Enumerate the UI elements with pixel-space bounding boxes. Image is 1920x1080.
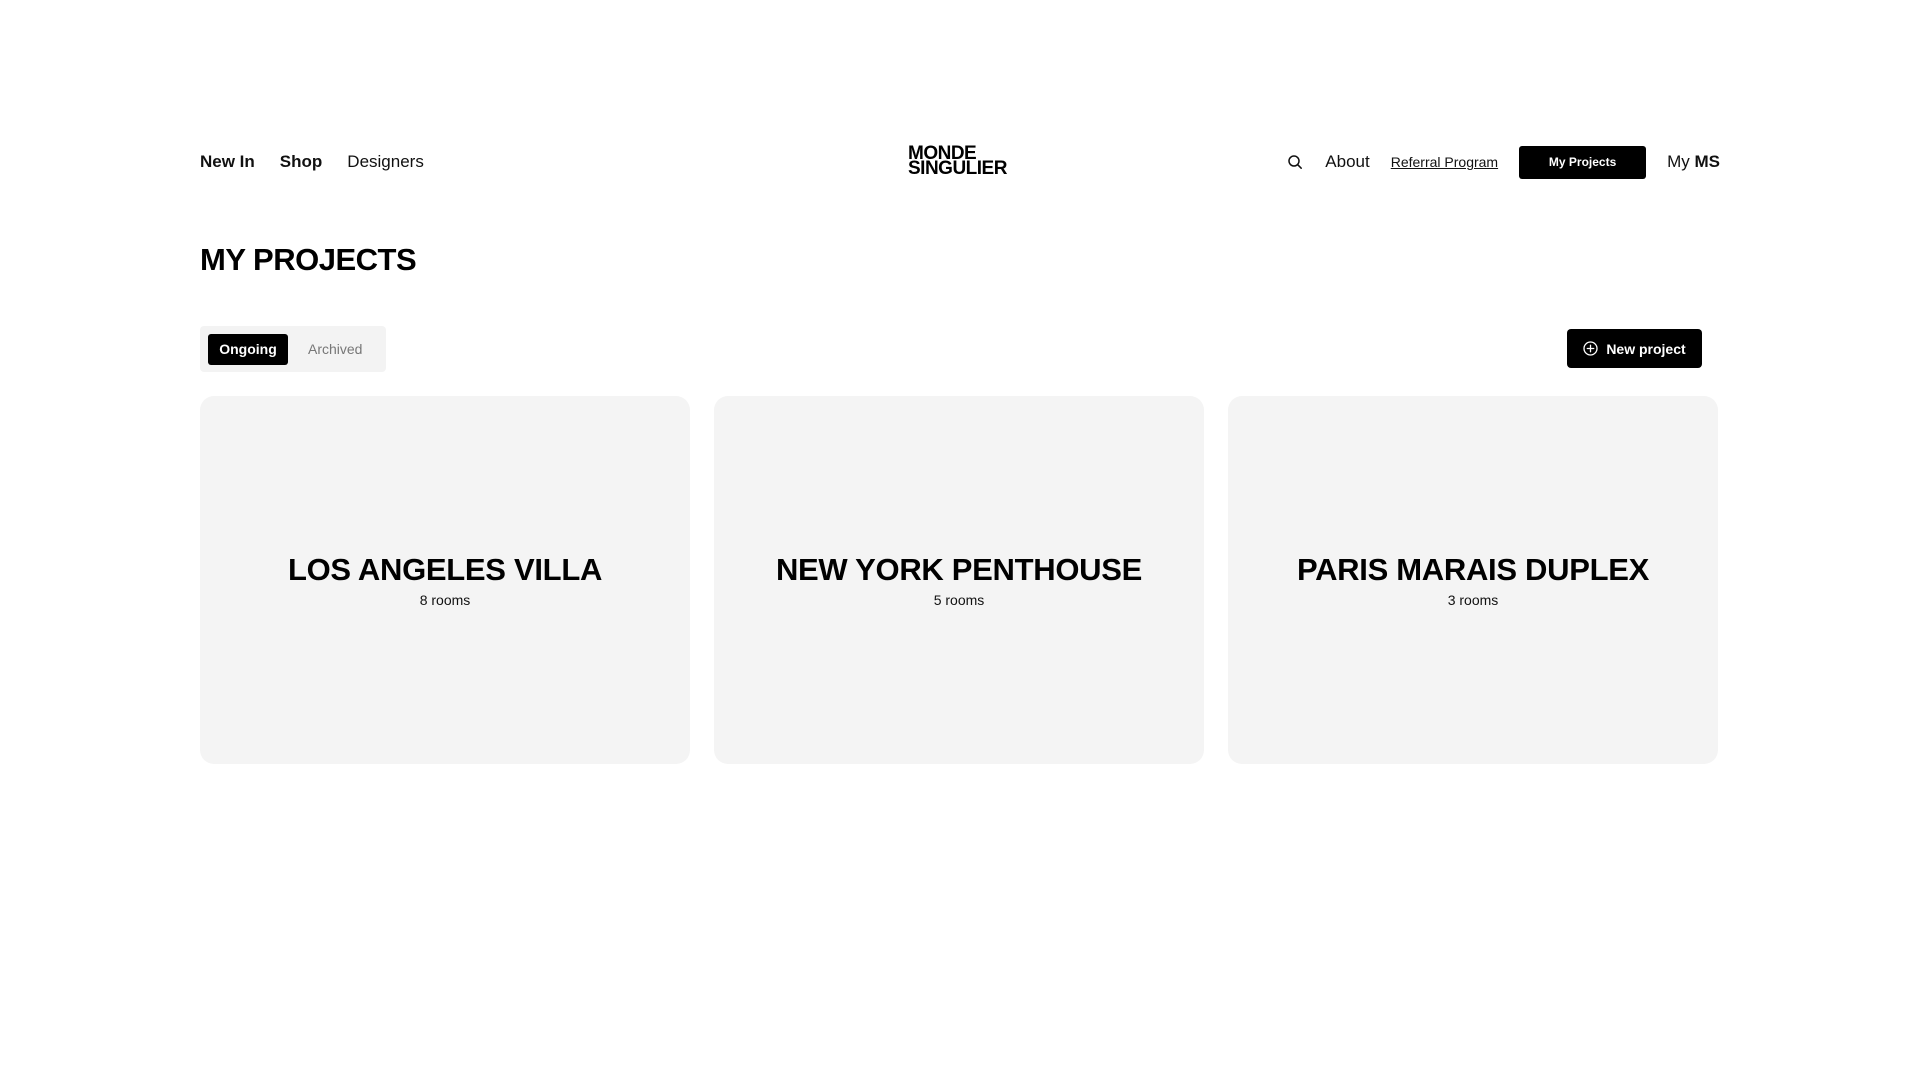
plus-circle-icon <box>1583 341 1598 356</box>
brand-logo[interactable]: MONDE SINGULIER <box>908 144 1018 179</box>
account-prefix: My <box>1667 152 1690 171</box>
page-title: MY PROJECTS <box>200 242 417 277</box>
project-card[interactable]: PARIS MARAIS DUPLEX 3 rooms <box>1228 396 1718 764</box>
search-icon[interactable] <box>1285 152 1305 172</box>
project-cards: LOS ANGELES VILLA 8 rooms NEW YORK PENTH… <box>200 396 1720 764</box>
page: New In Shop Designers MONDE SINGULIER Ab… <box>0 0 1920 1080</box>
account-menu[interactable]: My MS <box>1667 152 1720 172</box>
project-card[interactable]: NEW YORK PENTHOUSE 5 rooms <box>714 396 1204 764</box>
about-link[interactable]: About <box>1325 152 1369 172</box>
utility-nav: About Referral Program My Projects My MS <box>1285 140 1720 184</box>
project-card[interactable]: LOS ANGELES VILLA 8 rooms <box>200 396 690 764</box>
project-title: NEW YORK PENTHOUSE <box>775 552 1143 587</box>
main-nav: New In Shop Designers <box>200 140 424 184</box>
new-project-button[interactable]: New project <box>1567 329 1702 368</box>
project-status-tabs: Ongoing Archived <box>200 326 386 372</box>
site-header: New In Shop Designers MONDE SINGULIER Ab… <box>200 140 1720 184</box>
project-room-count: 5 rooms <box>933 592 985 608</box>
project-room-count: 3 rooms <box>1447 592 1499 608</box>
new-project-label: New project <box>1606 340 1686 357</box>
project-room-count: 8 rooms <box>419 592 471 608</box>
tab-archived[interactable]: Archived <box>296 334 374 365</box>
nav-new-in-link[interactable]: New In <box>200 152 255 172</box>
project-title: LOS ANGELES VILLA <box>287 552 603 587</box>
logo-line-2: SINGULIER <box>908 158 1007 179</box>
referral-program-link[interactable]: Referral Program <box>1391 154 1498 170</box>
nav-designers-link[interactable]: Designers <box>347 152 424 172</box>
project-title: PARIS MARAIS DUPLEX <box>1297 552 1649 587</box>
nav-shop-link[interactable]: Shop <box>280 152 323 172</box>
tab-ongoing[interactable]: Ongoing <box>208 333 288 365</box>
account-initials: MS <box>1694 152 1721 171</box>
my-projects-button[interactable]: My Projects <box>1519 145 1647 179</box>
